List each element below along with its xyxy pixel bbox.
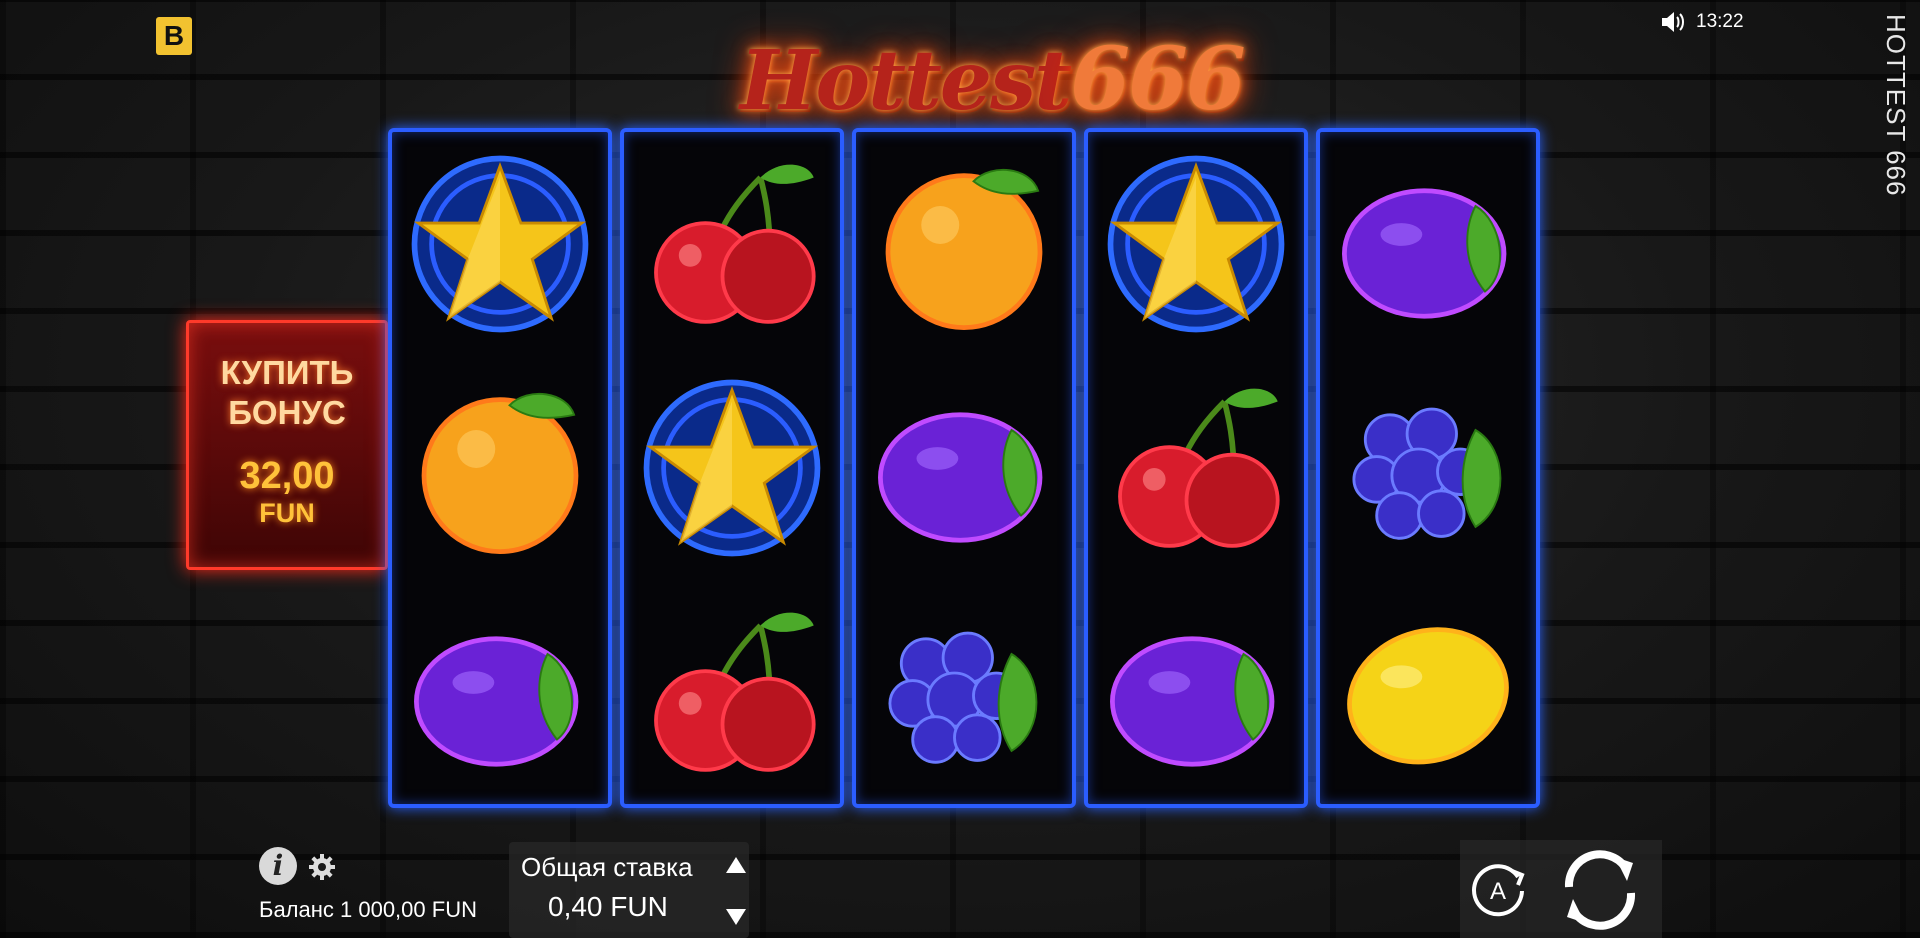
spin-icon[interactable] [1553, 843, 1647, 937]
plum-icon [1342, 188, 1507, 319]
side-game-title: HOTTEST 666 [1881, 14, 1911, 197]
orange-icon [885, 168, 1043, 330]
cherry-icon [654, 612, 816, 772]
reel-3 [852, 128, 1076, 808]
plum-icon [878, 412, 1043, 543]
bet-value: 0,40 FUN [548, 891, 668, 922]
orange-symbol [869, 144, 1059, 344]
cherry-symbol [637, 592, 827, 792]
clock: 13:22 [1696, 11, 1744, 32]
orange-icon [421, 392, 579, 554]
star-symbol [637, 368, 827, 568]
lemon-symbol [1333, 592, 1523, 792]
buy-bonus-currency: FUN [259, 498, 315, 528]
reels-area [388, 128, 1540, 808]
star-icon [643, 379, 821, 557]
reel-1 [388, 128, 612, 808]
arrow-up-icon[interactable] [726, 857, 746, 873]
plum-symbol [405, 592, 595, 792]
plum-symbol [1333, 144, 1523, 344]
star-icon [411, 155, 589, 333]
brand-logo[interactable]: B [156, 17, 192, 55]
grapes-icon [1352, 407, 1502, 540]
lemon-icon [1347, 627, 1509, 765]
balance-display: Баланс 1 000,00 FUN [259, 897, 477, 922]
reel-5 [1316, 128, 1540, 808]
buy-bonus-line1: КУПИТЬ [220, 354, 354, 391]
plum-symbol [869, 368, 1059, 568]
arrow-down-icon[interactable] [726, 909, 746, 925]
grapes-symbol [1333, 368, 1523, 568]
gear-icon[interactable] [307, 852, 337, 882]
star-icon [1107, 155, 1285, 333]
plum-icon [1110, 636, 1275, 767]
plum-symbol [1101, 592, 1291, 792]
status-bar: 13:22 [1660, 10, 1744, 34]
reel-2 [620, 128, 844, 808]
grapes-symbol [869, 592, 1059, 792]
star-symbol [405, 144, 595, 344]
game-logo-number: 666 [1070, 29, 1246, 130]
game-logo: Hottest666 [740, 22, 1246, 137]
buy-bonus-line2: БОНУС [228, 394, 346, 431]
cherry-icon [654, 164, 816, 324]
plum-icon [414, 636, 579, 767]
total-bet-panel: Общая ставка 0,40 FUN [509, 842, 749, 938]
orange-symbol [405, 368, 595, 568]
grapes-icon [888, 631, 1038, 764]
buy-bonus-price: 32,00 [239, 455, 335, 497]
cherry-icon [1118, 388, 1280, 548]
speaker-icon[interactable] [1660, 10, 1686, 34]
star-symbol [1101, 144, 1291, 344]
info-icon[interactable]: i [259, 847, 297, 885]
reel-4 [1084, 128, 1308, 808]
autoplay-icon[interactable]: A [1466, 857, 1530, 921]
buy-bonus-button[interactable]: КУПИТЬ БОНУС 32,00 FUN [186, 320, 388, 570]
game-logo-word: Hottest [740, 33, 1072, 129]
cherry-symbol [637, 144, 827, 344]
autoplay-label: A [1490, 878, 1506, 905]
cherry-symbol [1101, 368, 1291, 568]
bet-label: Общая ставка [521, 852, 693, 882]
